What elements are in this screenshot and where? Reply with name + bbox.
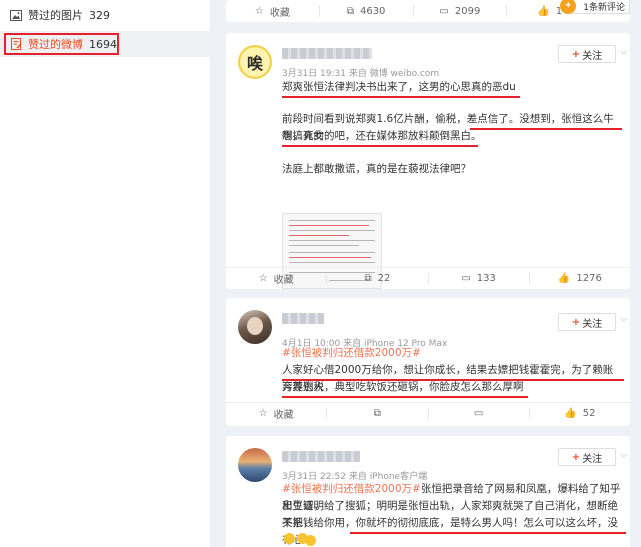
follow-label: 关注 [582,453,603,465]
avatar[interactable] [238,448,272,482]
sidebar: 赞过的图片 329 赞过的微博 1694 [0,0,210,547]
repost-count: 22 [377,273,391,284]
post-meta: 3月31日 19:31 来自 微博 weibo.com [282,69,440,79]
favorite-label: 收藏 [269,7,290,19]
username-blurred[interactable] [282,313,324,324]
post-card-partial: ☆ 收藏 ⧉ 4630 ▭ 2099 👍 1 ✦ 1条新评论 [226,0,630,22]
post-text-line: 弃养逃税，典型吃软饭还砸锅，你脸皮怎么那么厚啊 [282,381,524,393]
hashtag-link[interactable]: #张恒被判归还借款2000万# [282,483,421,495]
follow-button[interactable]: + 关注 [558,45,616,63]
comment-icon: ▭ [439,5,449,17]
red-underline [282,396,528,398]
like-count: 1276 [576,273,602,284]
repost-count: 4630 [359,5,386,17]
plus-icon: + [571,316,581,328]
image-icon [10,9,22,21]
post-card: 3月31日 22:52 来自 iPhone客户端 + 关注 ⌵ #张恒被判归还借… [226,436,630,547]
comment-icon: ▭ [461,273,471,284]
like-count: 52 [582,408,596,419]
avatar[interactable]: 唉 [238,45,272,79]
comment-button[interactable]: ▭ 2099 [414,0,507,22]
comment-count: 133 [476,273,496,284]
follow-button[interactable]: + 关注 [558,448,616,466]
post-text-line: 郑爽张恒法律判决书出来了，这男的心思真的恶du [282,81,516,93]
new-comment-text: 1条新评论 [583,3,625,13]
sidebar-item-count: 329 [89,8,110,22]
favorite-label: 收藏 [273,275,294,286]
repost-icon: ⧉ [364,273,372,284]
repost-icon: ⧉ [346,5,354,17]
comment-button[interactable]: ▭ 133 [429,268,529,289]
repost-button[interactable]: ⧉ 4630 [320,0,413,22]
red-underline [282,145,478,147]
post-text-line: 想搞死女的吧，还在媒体那放料颠倒黑白。 [282,130,482,142]
avatar-char: 唉 [240,47,270,77]
sidebar-item-liked-photos[interactable]: 赞过的图片 329 [0,2,210,28]
star-icon: ☆ [254,5,264,17]
favorite-label: 收藏 [273,410,294,421]
favorite-button[interactable]: ☆ 收藏 [226,268,326,289]
red-underline [282,96,520,98]
repost-button[interactable]: ⧉ [327,403,427,424]
username-blurred[interactable] [282,48,372,59]
avatar-face [247,317,263,335]
like-button[interactable]: 👍 1276 [530,268,630,289]
highlight-box [4,33,119,55]
post-card: 4月1日 10:00 来自 iPhone 12 Pro Max + 关注 ⌵ #… [226,298,630,426]
plus-icon: + [571,48,581,60]
hashtag-link[interactable]: #张恒被判归还借款2000万# [282,345,622,362]
comment-button[interactable]: ▭ [429,403,529,424]
action-bar: ☆ 收藏 ⧉ 22 ▭ 133 👍 1276 [226,267,630,289]
star-icon: ☆ [258,408,268,419]
username-blurred[interactable] [282,451,360,462]
follow-button[interactable]: + 关注 [558,313,616,331]
new-comment-notice[interactable]: ✦ 1条新评论 [560,0,630,14]
smile-emoji-icon [297,532,308,544]
comment-count: 2099 [454,5,481,17]
star-icon: ☆ [258,273,268,284]
action-bar: ☆ 收藏 ⧉ ▭ 👍 52 [226,402,630,424]
repost-icon: ⧉ [373,408,381,419]
sidebar-item-label: 赞过的图片 [28,9,83,22]
chevron-down-icon[interactable]: ⌵ [621,314,627,324]
favorite-button[interactable]: ☆ 收藏 [226,0,319,22]
plus-icon: + [571,451,581,463]
comment-icon: ▭ [473,408,484,419]
post-card: 唉 3月31日 19:31 来自 微博 weibo.com + 关注 ⌵ 郑爽张… [226,33,630,289]
repost-button[interactable]: ⧉ 22 [327,268,427,289]
smile-emoji-icon [284,532,295,544]
post-text-line: 法庭上都敢撒谎，真的是在藐视法律吧？ [282,163,471,175]
bell-icon: ✦ [560,0,577,14]
like-icon: 👍 [557,273,571,284]
emoji-line [282,530,622,547]
follow-label: 关注 [582,318,603,330]
follow-label: 关注 [582,50,603,62]
chevron-down-icon[interactable]: ⌵ [621,47,627,57]
avatar[interactable] [238,310,272,344]
like-icon: 👍 [564,408,577,419]
like-button[interactable]: 👍 52 [530,403,630,424]
chevron-down-icon[interactable]: ⌵ [621,450,627,460]
like-icon: 👍 [537,5,550,17]
favorite-button[interactable]: ☆ 收藏 [226,403,326,424]
